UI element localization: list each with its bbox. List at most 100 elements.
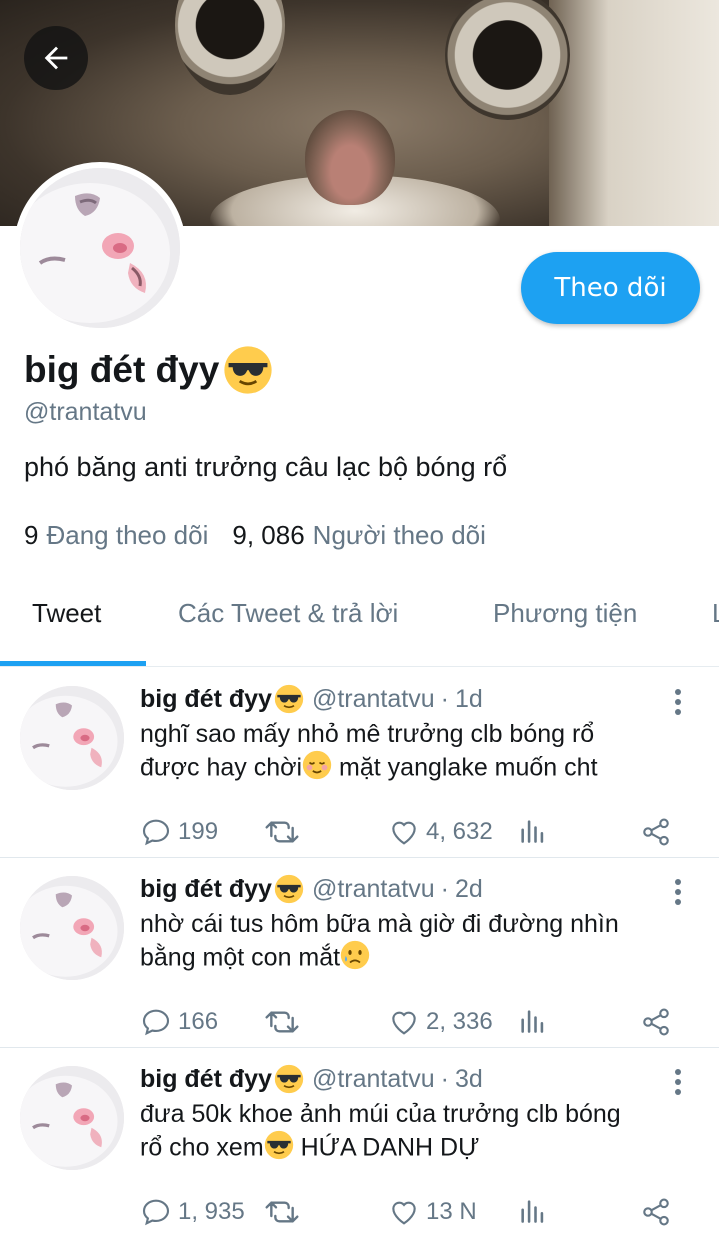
tweet-text: nghĩ sao mấy nhỏ mê trưởng clb bóng rổ đ… (140, 718, 690, 788)
tweet-text-segment: được hay chời (140, 753, 303, 782)
avatar-cat-image (20, 1066, 124, 1170)
follow-button[interactable]: Theo dõi (521, 252, 700, 324)
retweet-icon (265, 821, 299, 843)
retweet-button[interactable] (264, 816, 300, 848)
reply-icon (142, 1199, 170, 1226)
tab-likes-partial[interactable]: L (712, 598, 719, 629)
following-count: 9 (24, 520, 39, 550)
reply-icon (142, 819, 170, 846)
tweet-timestamp: 3d (454, 1064, 483, 1093)
retweet-button[interactable] (264, 1006, 300, 1038)
tweet-text: đưa 50k khoe ảnh múi của trưởng clb bóng… (140, 1098, 690, 1168)
share-button[interactable] (640, 816, 672, 848)
tweet-author-name[interactable]: big đét đyy (140, 1065, 272, 1094)
tweet-author-name[interactable]: big đét đyy (140, 875, 272, 904)
share-icon (643, 818, 669, 846)
tab-tweets[interactable]: Tweet (32, 598, 101, 629)
analytics-icon (521, 1010, 544, 1033)
profile-name: big đét đyy (24, 349, 220, 390)
like-button[interactable]: 13 N (388, 1196, 477, 1228)
heart-icon (392, 1011, 416, 1035)
tweet-avatar[interactable] (20, 1066, 124, 1170)
separator-dot: · (440, 1064, 449, 1093)
arrow-left-icon (44, 46, 68, 70)
analytics-button[interactable] (518, 816, 546, 846)
following-label: Đang theo dõi (46, 520, 209, 550)
profile-handle: @trantatvu (24, 398, 147, 426)
tweet-author-handle[interactable]: @trantatvu (312, 685, 435, 714)
tweet-text-line: nghĩ sao mấy nhỏ mê trưởng clb bóng rổ (140, 720, 595, 748)
share-button[interactable] (640, 1196, 672, 1228)
back-button[interactable] (24, 26, 88, 90)
tweet-header: big đét đyy @trantatvu · 2d (140, 874, 483, 904)
like-button[interactable]: 2, 336 (388, 1006, 493, 1038)
share-icon (643, 1198, 669, 1226)
reply-count: 1, 935 (178, 1198, 245, 1225)
sunglasses-emoji-icon (224, 346, 272, 394)
like-count: 13 N (426, 1198, 477, 1225)
tabs-divider (0, 666, 719, 667)
retweet-icon (265, 1201, 299, 1223)
sunglasses-emoji-icon (274, 874, 304, 904)
like-count: 2, 336 (426, 1008, 493, 1035)
avatar-cat-image (20, 686, 124, 790)
tweet-author-handle[interactable]: @trantatvu (312, 875, 435, 904)
banner-cat-eye-left (175, 0, 285, 95)
tweet-header: big đét đyy @trantatvu · 3d (140, 1064, 483, 1094)
reply-button[interactable]: 1, 935 (140, 1196, 245, 1228)
heart-icon (392, 1201, 416, 1225)
profile-bio: phó băng anti trưởng câu lạc bộ bóng rổ (24, 452, 508, 482)
reply-button[interactable]: 199 (140, 816, 218, 848)
avatar-cat-image (20, 876, 124, 980)
tweet-header: big đét đyy @trantatvu · 1d (140, 684, 483, 714)
retweet-icon (265, 1011, 299, 1033)
tweet-timestamp: 2d (454, 874, 483, 903)
profile-tabs: Tweet Các Tweet & trả lời Phương tiện L (0, 580, 719, 668)
following-stat[interactable]: 9 Đang theo dõi (24, 520, 208, 551)
tweet-author-name[interactable]: big đét đyy (140, 685, 272, 714)
banner-wall (549, 0, 719, 226)
followers-label: Người theo dõi (312, 520, 486, 550)
tweet-text-segment: rổ cho xem (140, 1133, 264, 1162)
reply-icon (142, 1009, 170, 1036)
tweet-text-segment: bằng một con mắt (140, 943, 341, 972)
tweet-text-line: được hay chời mặt yanglake muốn cht (140, 750, 690, 788)
tweet-actions: 199 4, 632 (140, 816, 680, 850)
sunglasses-emoji-icon (274, 1064, 304, 1094)
tab-media[interactable]: Phương tiện (493, 598, 637, 629)
more-options-icon[interactable] (668, 686, 688, 718)
tweet-text-line: bằng một con mắt (140, 940, 690, 978)
sad-emoji-icon (340, 940, 370, 978)
tweet[interactable]: big đét đyy @trantatvu · 2d nhờ cái tus … (0, 858, 719, 1048)
analytics-button[interactable] (518, 1196, 546, 1226)
reply-count: 166 (178, 1008, 219, 1035)
analytics-button[interactable] (518, 1006, 546, 1036)
tab-tweets-and-replies[interactable]: Các Tweet & trả lời (178, 598, 398, 629)
tweet-avatar[interactable] (20, 686, 124, 790)
more-options-icon[interactable] (668, 876, 688, 908)
tweet-text-segment: HỨA DANH DỰ (293, 1133, 480, 1162)
followers-stat[interactable]: 9, 086 Người theo dõi (232, 520, 486, 551)
tweet-text-line: nhờ cái tus hôm bữa mà giờ đi đường nhìn (140, 910, 619, 938)
tweet-author-handle[interactable]: @trantatvu (312, 1065, 435, 1094)
profile-stats: 9 Đang theo dõi 9, 086 Người theo dõi (24, 520, 510, 551)
analytics-icon (521, 820, 544, 843)
tweet-avatar[interactable] (20, 876, 124, 980)
profile-avatar[interactable] (14, 162, 186, 334)
like-button[interactable]: 4, 632 (388, 816, 493, 848)
reply-button[interactable]: 166 (140, 1006, 218, 1038)
share-button[interactable] (640, 1006, 672, 1038)
retweet-button[interactable] (264, 1196, 300, 1228)
sunglasses-emoji-icon (264, 1130, 294, 1168)
tweet-text-line: rổ cho xem HỨA DANH DỰ (140, 1130, 690, 1168)
analytics-icon (521, 1200, 544, 1223)
more-options-icon[interactable] (668, 1066, 688, 1098)
relieved-emoji-icon (302, 750, 332, 788)
like-count: 4, 632 (426, 818, 493, 845)
tweet[interactable]: big đét đyy @trantatvu · 1d nghĩ sao mấy… (0, 668, 719, 858)
tweet-timestamp: 1d (454, 684, 483, 713)
avatar-cat-image (20, 168, 180, 328)
tweet-text: nhờ cái tus hôm bữa mà giờ đi đường nhìn… (140, 908, 690, 978)
tweet[interactable]: big đét đyy @trantatvu · 3d đưa 50k khoe… (0, 1048, 719, 1237)
reply-count: 199 (178, 818, 219, 845)
